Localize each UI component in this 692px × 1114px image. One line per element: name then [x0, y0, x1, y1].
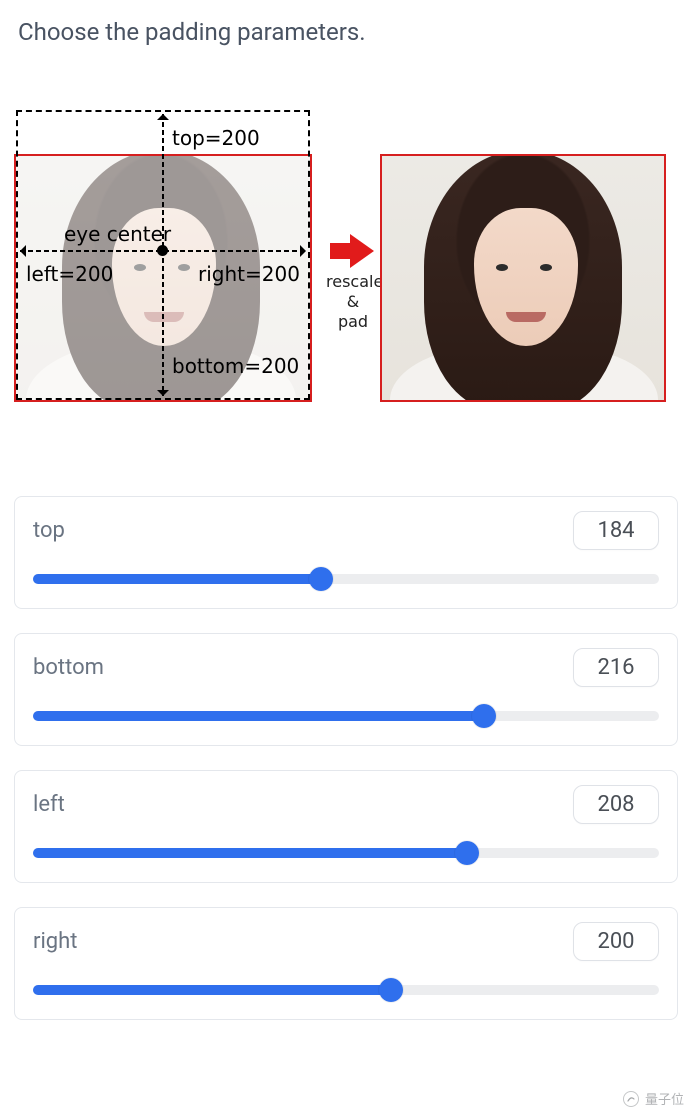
arrow-right-icon: [300, 245, 312, 257]
slider-value-input[interactable]: 184: [573, 511, 659, 550]
slider-fill: [33, 574, 321, 584]
slider-thumb[interactable]: [455, 841, 479, 865]
slider-value-input[interactable]: 216: [573, 648, 659, 687]
slider-value-input[interactable]: 208: [573, 785, 659, 824]
slider-label: bottom: [33, 655, 104, 680]
slider-right: right 200: [14, 907, 678, 1020]
label-right: right=200: [198, 262, 300, 286]
slider-track[interactable]: [33, 848, 659, 858]
slider-fill: [33, 711, 484, 721]
slider-thumb[interactable]: [379, 978, 403, 1002]
transform-arrow-icon: [330, 236, 376, 266]
label-bottom: bottom=200: [172, 354, 299, 378]
transform-caption: rescale & pad: [326, 272, 380, 332]
slider-track[interactable]: [33, 574, 659, 584]
watermark-logo-icon: [623, 1091, 639, 1107]
arrow-up-icon: [157, 108, 169, 120]
slider-bottom: bottom 216: [14, 633, 678, 746]
slider-top: top 184: [14, 496, 678, 609]
watermark: 量子位: [623, 1089, 684, 1108]
slider-left: left 208: [14, 770, 678, 883]
output-photo-frame: [380, 154, 666, 402]
slider-thumb[interactable]: [309, 567, 333, 591]
slider-value-input[interactable]: 200: [573, 922, 659, 961]
label-left: left=200: [26, 262, 113, 286]
arrow-left-icon: [14, 245, 26, 257]
label-eye-center: eye center: [64, 222, 171, 246]
slider-label: left: [33, 792, 65, 817]
slider-fill: [33, 985, 391, 995]
slider-thumb[interactable]: [472, 704, 496, 728]
output-photo: [382, 156, 664, 400]
slider-fill: [33, 848, 467, 858]
arrow-down-icon: [157, 390, 169, 402]
eye-center-dot: [157, 245, 168, 256]
slider-track[interactable]: [33, 711, 659, 721]
slider-track[interactable]: [33, 985, 659, 995]
watermark-text: 量子位: [645, 1089, 684, 1108]
label-top: top=200: [172, 126, 260, 150]
slider-label: right: [33, 929, 77, 954]
page-title: Choose the padding parameters.: [0, 0, 692, 50]
slider-group: top 184 bottom 216 left 208 right 2: [14, 496, 678, 1020]
padding-diagram: top=200 bottom=200 left=200 right=200 ey…: [14, 110, 678, 430]
slider-label: top: [33, 518, 65, 543]
